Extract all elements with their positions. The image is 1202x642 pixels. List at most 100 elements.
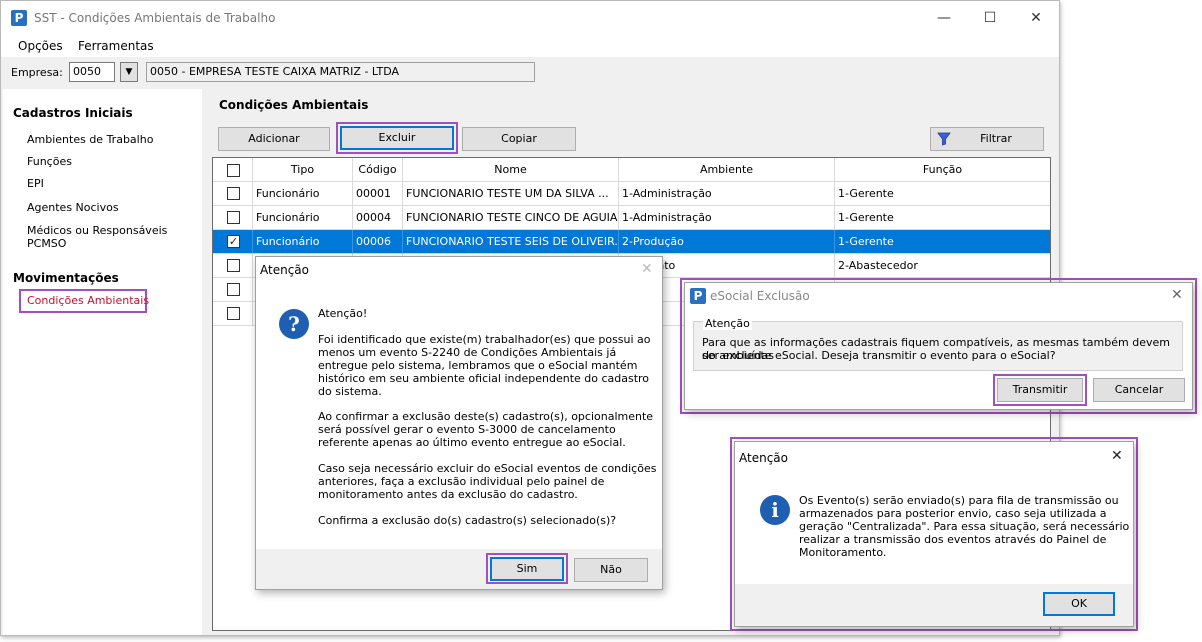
ok-button[interactable]: OK (1043, 592, 1115, 616)
table-cell-tipo: Funcionário (253, 230, 353, 254)
column-header[interactable]: Tipo (253, 158, 353, 182)
column-header[interactable]: Função (835, 158, 1050, 182)
app-logo-icon: P (690, 288, 706, 304)
close-icon[interactable]: ✕ (1111, 448, 1123, 464)
menu-bar: Opções Ferramentas (1, 35, 1059, 57)
text-line: monitoramento antes da exclusão do cadas… (318, 488, 578, 501)
table-cell-tipo: Funcionário (253, 182, 353, 206)
empresa-name-field: 0050 - EMPRESA TESTE CAIXA MATRIZ - LTDA (146, 62, 535, 82)
delete-button[interactable]: Excluir (340, 126, 454, 150)
empresa-code-field[interactable]: 0050 (69, 62, 115, 82)
groupbox-label: Atenção (703, 317, 752, 330)
row-checkbox-cell[interactable]: ✓ (213, 230, 253, 254)
table-cell-ambiente: 1-Administração (619, 206, 835, 230)
text-line: realizar a transmissão dos eventos atrav… (799, 533, 1107, 546)
app-logo-icon: P (11, 10, 27, 26)
page-title: Condições Ambientais (219, 98, 369, 112)
row-checkbox[interactable] (227, 187, 240, 200)
empresa-row: Empresa: 0050 ▼ 0050 - EMPRESA TESTE CAI… (1, 57, 1059, 87)
table-cell-ambiente: 2-Produção (619, 230, 835, 254)
dialog-paragraph-1: Foi identificado que existe(m) trabalhad… (318, 333, 658, 398)
table-cell-funcao: 1-Gerente (835, 230, 1050, 254)
info-icon: i (760, 495, 790, 525)
table-cell-tipo: Funcionário (253, 206, 353, 230)
table-row[interactable]: Funcionário 00004 FUNCIONARIO TESTE CINCO … (213, 206, 1050, 230)
table-cell-ambiente: 1-Administração (619, 182, 835, 206)
text-line: Monitoramento. (799, 546, 887, 559)
no-button[interactable]: Não (574, 558, 648, 582)
dialog-footer: OK (735, 584, 1133, 626)
table-row[interactable]: ✓ Funcionário 00006 FUNCIONARIO TESTE SEIS … (213, 230, 1050, 254)
info-text: Os Evento(s) serão enviado(s) para fila … (799, 494, 1129, 559)
row-checkbox[interactable] (227, 259, 240, 272)
row-checkbox[interactable] (227, 307, 240, 320)
table-cell-funcao: 1-Gerente (835, 182, 1050, 206)
esocial-dialog: P eSocial Exclusão ✕ Atenção Para que as… (684, 282, 1193, 410)
text-line: histórico em seu ambiente oficial indepe… (318, 372, 650, 385)
attention-groupbox: Atenção Para que as informações cadastra… (693, 317, 1183, 371)
dialog-footer: Sim Não (256, 549, 662, 589)
sidebar-item-agentes[interactable]: Agentes Nocivos (27, 201, 119, 214)
row-checkbox-cell[interactable] (213, 254, 253, 278)
text-line: armazenados para posterior envio, caso s… (799, 507, 1107, 520)
sidebar-item-ambientes[interactable]: Ambientes de Trabalho (27, 133, 153, 146)
sidebar-item-funcoes[interactable]: Funções (27, 155, 72, 168)
esocial-text-line-2: do ambiente eSocial. Deseja transmitir o… (702, 349, 1056, 362)
window-title: SST - Condições Ambientais de Trabalho (34, 11, 276, 25)
sidebar-item-medicos[interactable]: Médicos ou Responsáveis PCMSO (27, 224, 202, 250)
text-line: Ao confirmar a exclusão deste(s) cadastr… (318, 410, 654, 423)
minimize-icon[interactable]: — (921, 1, 967, 35)
cancel-button[interactable]: Cancelar (1093, 378, 1185, 402)
text-line: Caso seja necessário excluir do eSocial … (318, 462, 657, 475)
table-cell-codigo: 00001 (353, 182, 403, 206)
maximize-icon[interactable]: ☐ (967, 1, 1013, 35)
close-icon[interactable]: ✕ (1171, 287, 1183, 303)
row-checkbox[interactable] (227, 283, 240, 296)
dialog-heading: Atenção! (318, 307, 368, 320)
empresa-dropdown-button[interactable]: ▼ (120, 62, 138, 82)
header-select-all[interactable] (213, 158, 253, 182)
column-header[interactable]: Ambiente (619, 158, 835, 182)
table-cell-funcao: 1-Gerente (835, 206, 1050, 230)
table-row[interactable]: Funcionário 00001 FUNCIONARIO TESTE UM DA … (213, 182, 1050, 206)
row-checkbox[interactable]: ✓ (227, 235, 240, 248)
text-line: referente apenas ao último evento entreg… (318, 436, 626, 449)
text-line: Os Evento(s) serão enviado(s) para fila … (799, 494, 1119, 507)
dialog-question: Confirma a exclusão do(s) cadastro(s) se… (318, 514, 617, 527)
table-cell-nome: FUNCIONARIO TESTE UM DA SILVA ... (403, 182, 619, 206)
dialog-paragraph-2: Ao confirmar a exclusão deste(s) cadastr… (318, 410, 658, 449)
dialog-title: eSocial Exclusão (710, 289, 810, 303)
sidebar-item-condicoes[interactable]: Condições Ambientais (27, 294, 149, 307)
row-checkbox-cell[interactable] (213, 206, 253, 230)
close-icon[interactable]: ✕ (1013, 1, 1059, 35)
column-header[interactable]: Nome (403, 158, 619, 182)
table-cell-codigo: 00006 (353, 230, 403, 254)
text-line: geração "Centralizada". Para essa situaç… (799, 520, 1130, 533)
select-all-checkbox[interactable] (227, 164, 240, 177)
question-icon: ? (279, 309, 309, 339)
text-line: anteriores, faça a exclusão individual p… (318, 475, 605, 488)
menu-opcoes[interactable]: Opções (18, 39, 63, 53)
row-checkbox-cell[interactable] (213, 182, 253, 206)
row-checkbox-cell[interactable] (213, 302, 253, 326)
column-header[interactable]: Código (353, 158, 403, 182)
row-checkbox-cell[interactable] (213, 278, 253, 302)
yes-button[interactable]: Sim (490, 557, 564, 581)
text-line: será possível gerar o evento S-3000 de c… (318, 423, 616, 436)
copy-button[interactable]: Copiar (462, 127, 576, 151)
transmit-button[interactable]: Transmitir (997, 378, 1083, 402)
text-line: menos um evento S-2240 de Condições Ambi… (318, 346, 617, 359)
add-button[interactable]: Adicionar (218, 127, 330, 151)
close-icon[interactable]: ✕ (641, 261, 653, 277)
menu-ferramentas[interactable]: Ferramentas (78, 39, 154, 53)
funnel-icon (937, 132, 951, 154)
sidebar: Cadastros Iniciais Ambientes de Trabalho… (3, 89, 202, 635)
info-dialog: Atenção ✕ i Os Evento(s) serão enviado(s… (734, 441, 1134, 627)
table-cell-codigo: 00004 (353, 206, 403, 230)
title-bar: P SST - Condições Ambientais de Trabalho… (1, 1, 1059, 35)
table-cell-nome: FUNCIONARIO TESTE SEIS DE OLIVEIR... (403, 230, 619, 254)
filter-button[interactable]: Filtrar (930, 127, 1044, 151)
row-checkbox[interactable] (227, 211, 240, 224)
table-cell-nome: FUNCIONARIO TESTE CINCO DE AGUIA... (403, 206, 619, 230)
sidebar-item-epi[interactable]: EPI (27, 177, 44, 190)
